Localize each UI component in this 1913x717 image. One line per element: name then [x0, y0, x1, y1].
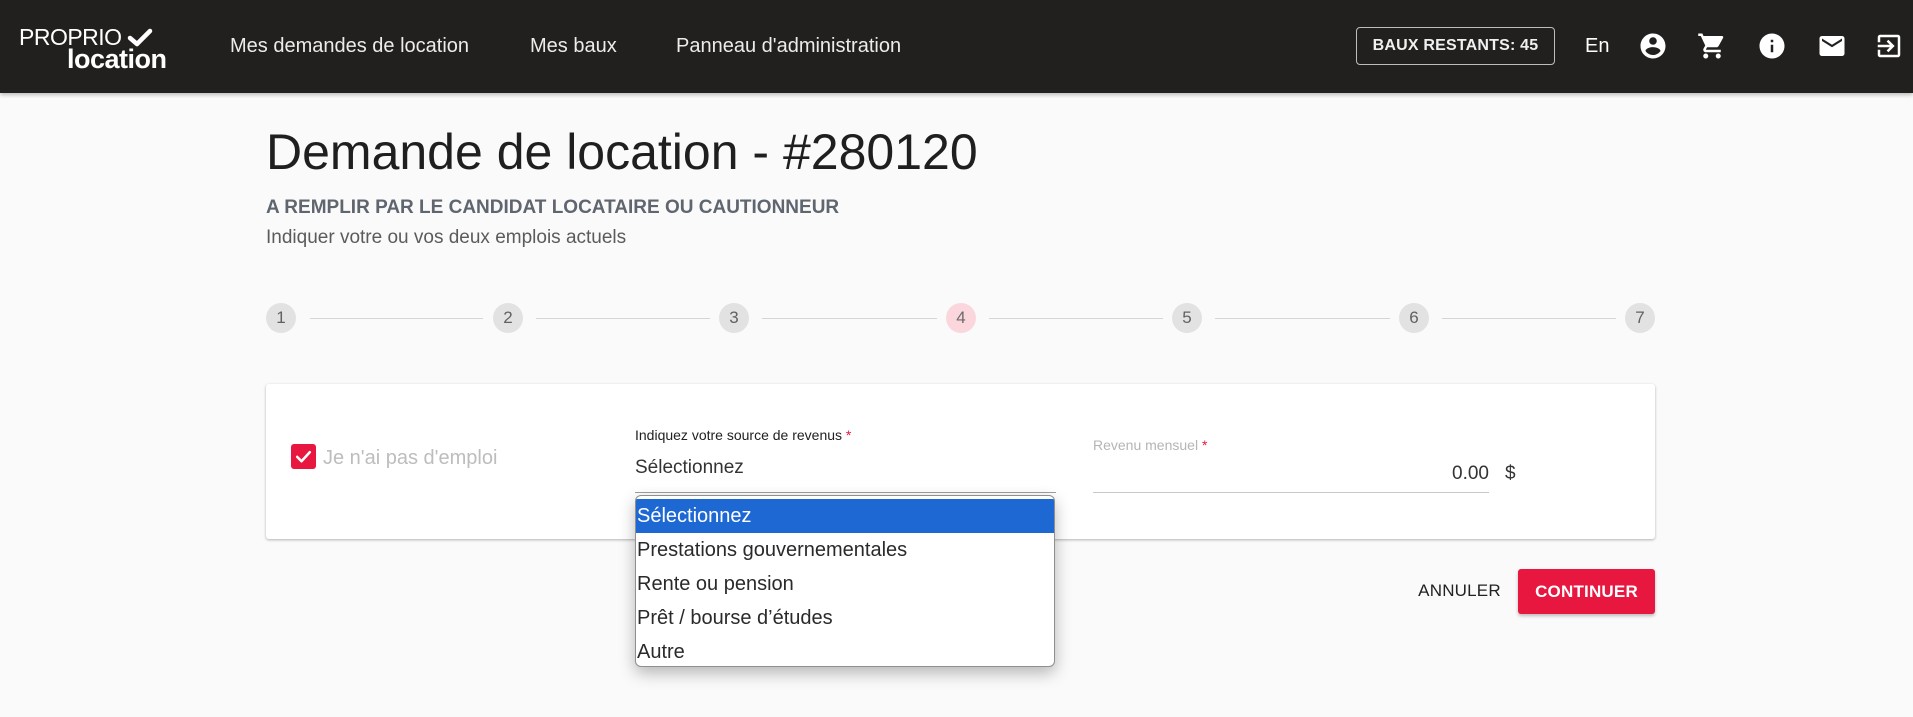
logo-text-location: location [67, 44, 167, 74]
step-connector [310, 318, 483, 319]
baux-restants-badge[interactable]: BAUX RESTANTS: 45 [1356, 27, 1555, 65]
proprio-location-logo[interactable]: PROPRIO location [19, 24, 179, 74]
required-asterisk: * [1201, 437, 1208, 453]
nav-mes-demandes[interactable]: Mes demandes de location [230, 34, 469, 58]
checkmark-icon [295, 450, 312, 463]
cart-icon[interactable] [1697, 31, 1727, 61]
required-asterisk: * [845, 427, 852, 443]
form-instructions-heading: A REMPLIR PAR LE CANDIDAT LOCATAIRE OU C… [266, 197, 840, 218]
step-3[interactable]: 3 [719, 303, 749, 333]
dropdown-option-pret-bourse[interactable]: Prêt / bourse d’études [636, 601, 1054, 635]
mail-icon[interactable] [1817, 31, 1847, 61]
page-title: Demande de location - #280120 [266, 124, 978, 180]
dropdown-option-rente[interactable]: Rente ou pension [636, 567, 1054, 601]
logout-icon[interactable] [1874, 31, 1904, 61]
step-7[interactable]: 7 [1625, 303, 1655, 333]
monthly-income-label: Revenu mensuel * [1093, 437, 1207, 453]
step-connector [762, 318, 937, 319]
dropdown-option-selectionnez[interactable]: Sélectionnez [636, 499, 1054, 533]
dropdown-option-prestations[interactable]: Prestations gouvernementales [636, 533, 1054, 567]
income-source-select[interactable]: Sélectionnez [635, 457, 1056, 493]
form-instructions: Indiquer votre ou vos deux emplois actue… [266, 227, 627, 248]
step-4-active[interactable]: 4 [946, 303, 976, 333]
monthly-income-input[interactable]: 0.00 [1093, 462, 1489, 492]
dropdown-option-autre[interactable]: Autre [636, 635, 1054, 666]
top-navigation-bar: PROPRIO location Mes demandes de locatio… [0, 0, 1913, 93]
cancel-button[interactable]: ANNULER [1406, 569, 1513, 613]
no-job-label[interactable]: Je n'ai pas d'emploi [323, 447, 497, 469]
step-2[interactable]: 2 [493, 303, 523, 333]
step-connector [1442, 318, 1616, 319]
info-icon[interactable] [1757, 31, 1787, 61]
no-job-checkbox[interactable] [291, 444, 316, 469]
form-stepper: 1 2 3 4 5 6 7 [266, 303, 1655, 333]
account-circle-icon[interactable] [1638, 31, 1668, 61]
step-6[interactable]: 6 [1399, 303, 1429, 333]
nav-panneau-admin[interactable]: Panneau d'administration [676, 34, 901, 58]
income-source-label: Indiquez votre source de revenus * [635, 427, 851, 443]
step-1[interactable]: 1 [266, 303, 296, 333]
monthly-income-label-text: Revenu mensuel [1093, 437, 1199, 453]
step-connector [1215, 318, 1390, 319]
income-source-underline [635, 492, 1056, 493]
income-source-dropdown: Sélectionnez Prestations gouvernementale… [635, 495, 1055, 667]
step-connector [989, 318, 1163, 319]
income-source-label-text: Indiquez votre source de revenus [635, 427, 843, 443]
currency-symbol: $ [1505, 463, 1516, 484]
nav-mes-baux[interactable]: Mes baux [530, 34, 617, 58]
language-toggle[interactable]: En [1585, 34, 1609, 58]
step-connector [536, 318, 710, 319]
monthly-income-underline [1093, 492, 1489, 493]
step-5[interactable]: 5 [1172, 303, 1202, 333]
continue-button[interactable]: CONTINUER [1518, 569, 1655, 614]
